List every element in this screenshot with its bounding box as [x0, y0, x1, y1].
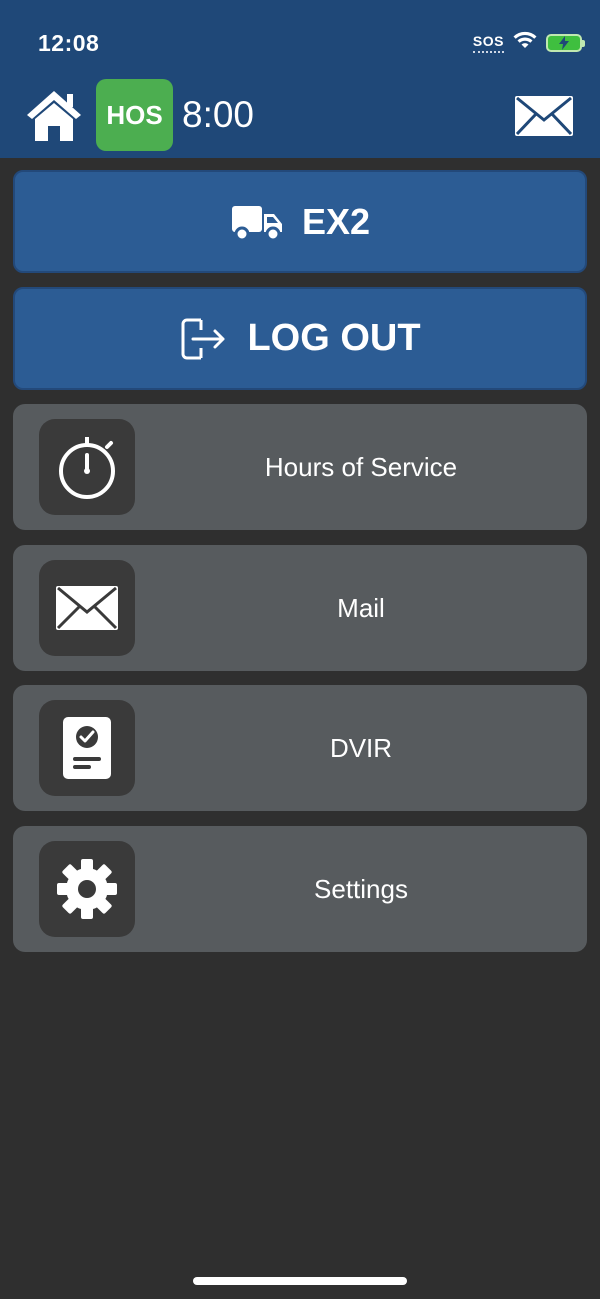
menu-label: Settings	[314, 873, 408, 904]
stopwatch-icon	[59, 437, 115, 499]
inspection-report-icon	[63, 717, 111, 779]
gear-icon	[57, 859, 117, 919]
menu-item-dvir[interactable]: DVIR	[13, 685, 587, 811]
envelope-icon	[515, 96, 573, 136]
sos-indicator: SOS	[472, 32, 505, 53]
mail-icon	[56, 586, 118, 630]
menu-item-settings[interactable]: Settings	[13, 826, 587, 952]
hos-badge[interactable]: HOS	[96, 79, 173, 151]
menu-label: DVIR	[329, 732, 393, 763]
menu-label: Mail	[337, 592, 385, 623]
vehicle-label: EX2	[301, 200, 371, 242]
logout-label: LOG OUT	[247, 317, 421, 359]
menu-label: Hours of Service	[264, 451, 458, 482]
battery-charging-icon	[546, 33, 585, 52]
home-button[interactable]	[24, 88, 84, 144]
menu-icon-box	[39, 419, 135, 515]
status-time: 12:08	[38, 30, 100, 56]
logout-button[interactable]: LOG OUT	[13, 287, 587, 390]
menu-item-mail[interactable]: Mail	[13, 545, 587, 671]
menu-icon-box	[39, 841, 135, 937]
home-icon	[27, 91, 81, 141]
menu-icon-box	[39, 700, 135, 796]
top-bar: 12:08 SOS HOS 8:00	[0, 0, 600, 158]
logout-icon	[181, 318, 225, 359]
wifi-icon	[512, 30, 538, 55]
home-indicator[interactable]	[193, 1277, 407, 1285]
status-indicators: SOS	[472, 30, 585, 55]
menu-item-hours-of-service[interactable]: Hours of Service	[13, 404, 587, 530]
vehicle-button[interactable]: EX2	[13, 170, 587, 273]
hos-remaining-time: 8:00	[182, 94, 255, 135]
menu-icon-box	[39, 560, 135, 656]
truck-icon	[231, 205, 282, 241]
mail-button[interactable]	[512, 92, 576, 140]
